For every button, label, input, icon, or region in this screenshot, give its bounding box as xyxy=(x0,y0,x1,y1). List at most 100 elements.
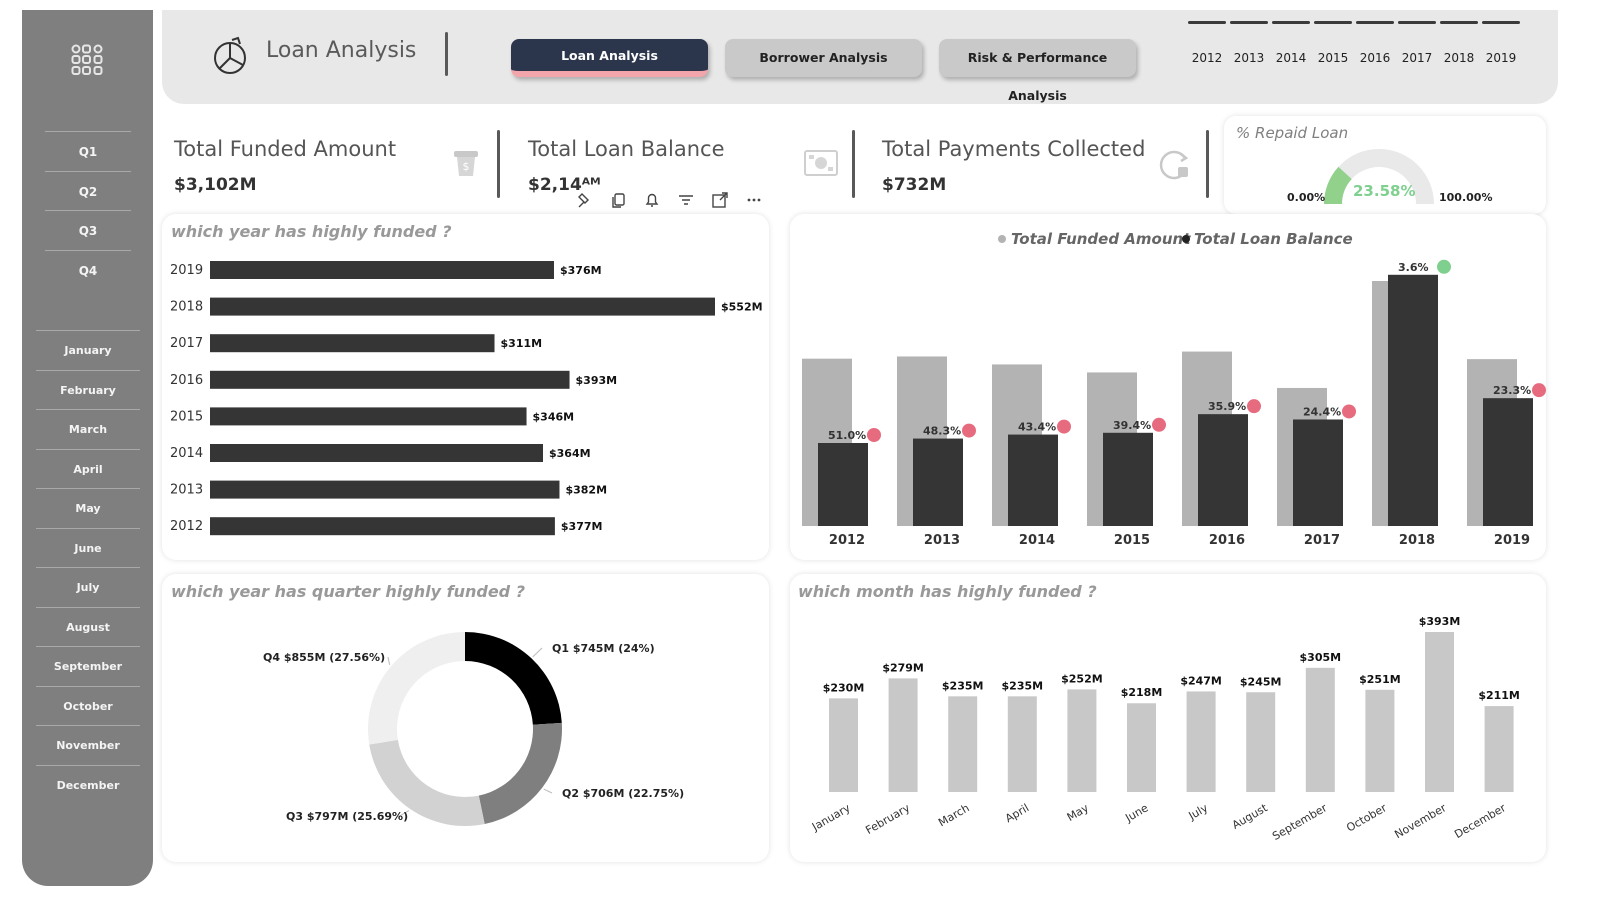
tab-loan-analysis[interactable]: Loan Analysis xyxy=(511,39,708,77)
money-bag-icon: $ xyxy=(454,151,478,176)
year-indicator xyxy=(1356,21,1394,24)
gauge-value: 23.58% xyxy=(1353,182,1416,200)
pct-marker-2017 xyxy=(1342,404,1356,419)
quarter-item-q4[interactable]: Q4 xyxy=(45,249,131,290)
pct-data-label: 23.3% xyxy=(1493,384,1531,397)
year-item-2013[interactable]: 2013 xyxy=(1230,21,1268,81)
bar-data-label: $377M xyxy=(561,520,603,533)
month-tick-label: April xyxy=(1003,801,1031,825)
month-bar-february[interactable] xyxy=(888,678,918,792)
year-label: 2017 xyxy=(1401,51,1433,65)
year-tick-label: 2019 xyxy=(170,263,203,278)
legend-label-funded: Total Funded Amount xyxy=(1011,230,1191,248)
kpi-divider xyxy=(1206,130,1209,198)
balance-bar-2012[interactable] xyxy=(818,443,868,526)
balance-bar-2015[interactable] xyxy=(1103,432,1153,526)
pct-marker-2013 xyxy=(962,423,976,438)
year-label: 2015 xyxy=(1317,51,1349,65)
month-bar-november[interactable] xyxy=(1425,632,1454,792)
year-tick-label: 2016 xyxy=(170,373,203,388)
year-indicator xyxy=(1398,21,1436,24)
focus-mode-icon[interactable] xyxy=(711,191,729,209)
month-bar-june[interactable] xyxy=(1127,703,1156,792)
year-item-2015[interactable]: 2015 xyxy=(1314,21,1352,81)
pct-data-label: 48.3% xyxy=(923,425,961,438)
month-bar-august[interactable] xyxy=(1246,692,1276,792)
month-item-january[interactable]: January xyxy=(36,330,140,370)
year-item-2017[interactable]: 2017 xyxy=(1398,21,1436,81)
tab-risk-performance-analysis[interactable]: Risk & Performance Analysis xyxy=(939,39,1136,103)
month-item-march[interactable]: March xyxy=(36,409,140,449)
tab-borrower-analysis[interactable]: Borrower Analysis xyxy=(725,39,922,77)
month-item-august[interactable]: August xyxy=(36,606,140,647)
pin-icon[interactable] xyxy=(576,191,594,209)
bar-data-label: $552M xyxy=(721,301,763,314)
month-item-july[interactable]: July xyxy=(36,567,140,607)
month-item-september[interactable]: September xyxy=(36,646,140,686)
title-divider xyxy=(445,32,448,76)
year-item-2012[interactable]: 2012 xyxy=(1188,21,1226,81)
quarter-item-q1[interactable]: Q1 xyxy=(45,131,131,171)
balance-bar-2017[interactable] xyxy=(1293,419,1343,526)
quarter-item-q3[interactable]: Q3 xyxy=(45,210,131,250)
pct-marker-2014 xyxy=(1057,419,1071,434)
month-item-may[interactable]: May xyxy=(36,488,140,528)
slice-data-label: Q3 $797M (25.69%) xyxy=(286,810,408,823)
month-data-label: $235M xyxy=(942,679,984,692)
filter-icon[interactable] xyxy=(677,191,695,209)
app-grid-icon[interactable] xyxy=(70,43,104,77)
more-options-icon[interactable] xyxy=(745,191,763,209)
bar-2017[interactable] xyxy=(210,334,495,353)
bell-icon[interactable] xyxy=(643,191,661,209)
month-bar-december[interactable] xyxy=(1484,706,1514,792)
balance-bar-2019[interactable] xyxy=(1483,398,1533,526)
month-bar-july[interactable] xyxy=(1186,691,1216,792)
bar-data-label: $393M xyxy=(576,374,618,387)
month-item-november[interactable]: November xyxy=(36,725,140,765)
year-label: 2013 xyxy=(1233,51,1265,65)
bar-2014[interactable] xyxy=(210,444,544,462)
year-label: 2018 xyxy=(1443,51,1475,65)
month-item-december[interactable]: December xyxy=(36,764,140,805)
bar-2016[interactable] xyxy=(210,370,570,389)
bar-2012[interactable] xyxy=(210,517,555,536)
slice-data-label: Q4 $855M (27.56%) xyxy=(263,651,385,664)
month-bar-september[interactable] xyxy=(1305,667,1335,792)
month-data-label: $305M xyxy=(1300,651,1342,664)
month-bar-may[interactable] xyxy=(1067,689,1097,792)
year-item-2019[interactable]: 2019 xyxy=(1482,21,1520,81)
month-item-october[interactable]: October xyxy=(36,685,140,726)
month-item-june[interactable]: June xyxy=(36,527,140,568)
donut-slice-q2[interactable] xyxy=(478,722,562,824)
pct-marker-2015 xyxy=(1152,417,1166,432)
bar-2015[interactable] xyxy=(210,407,527,426)
month-bar-october[interactable] xyxy=(1365,689,1395,792)
quarter-item-q2[interactable]: Q2 xyxy=(45,170,131,211)
month-item-april[interactable]: April xyxy=(36,448,140,489)
year-item-2018[interactable]: 2018 xyxy=(1440,21,1478,81)
month-data-label: $218M xyxy=(1121,686,1163,699)
year-item-2016[interactable]: 2016 xyxy=(1356,21,1394,81)
bar-data-label: $382M xyxy=(565,484,607,497)
month-bar-april[interactable] xyxy=(1007,696,1037,792)
donut-slice-q4[interactable] xyxy=(368,632,465,745)
month-bar-january[interactable] xyxy=(829,698,858,792)
balance-bar-2016[interactable] xyxy=(1198,414,1248,526)
year-tick-label: 2017 xyxy=(1304,533,1340,548)
month-bar-march[interactable] xyxy=(948,696,978,792)
donut-slice-q1[interactable] xyxy=(465,632,562,725)
copy-icon[interactable] xyxy=(610,191,628,209)
balance-bar-2018[interactable] xyxy=(1388,274,1438,526)
year-indicator xyxy=(1188,21,1226,24)
svg-text:$: $ xyxy=(463,160,470,173)
balance-bar-2013[interactable] xyxy=(913,438,963,526)
year-item-2014[interactable]: 2014 xyxy=(1272,21,1310,81)
year-label: 2019 xyxy=(1485,51,1517,65)
month-data-label: $279M xyxy=(882,661,924,674)
pct-marker-2016 xyxy=(1247,399,1261,414)
bar-2013[interactable] xyxy=(210,480,560,499)
month-item-february[interactable]: February xyxy=(36,369,140,410)
balance-bar-2014[interactable] xyxy=(1008,434,1058,526)
bar-2018[interactable] xyxy=(210,297,715,316)
bar-2019[interactable] xyxy=(210,261,554,279)
